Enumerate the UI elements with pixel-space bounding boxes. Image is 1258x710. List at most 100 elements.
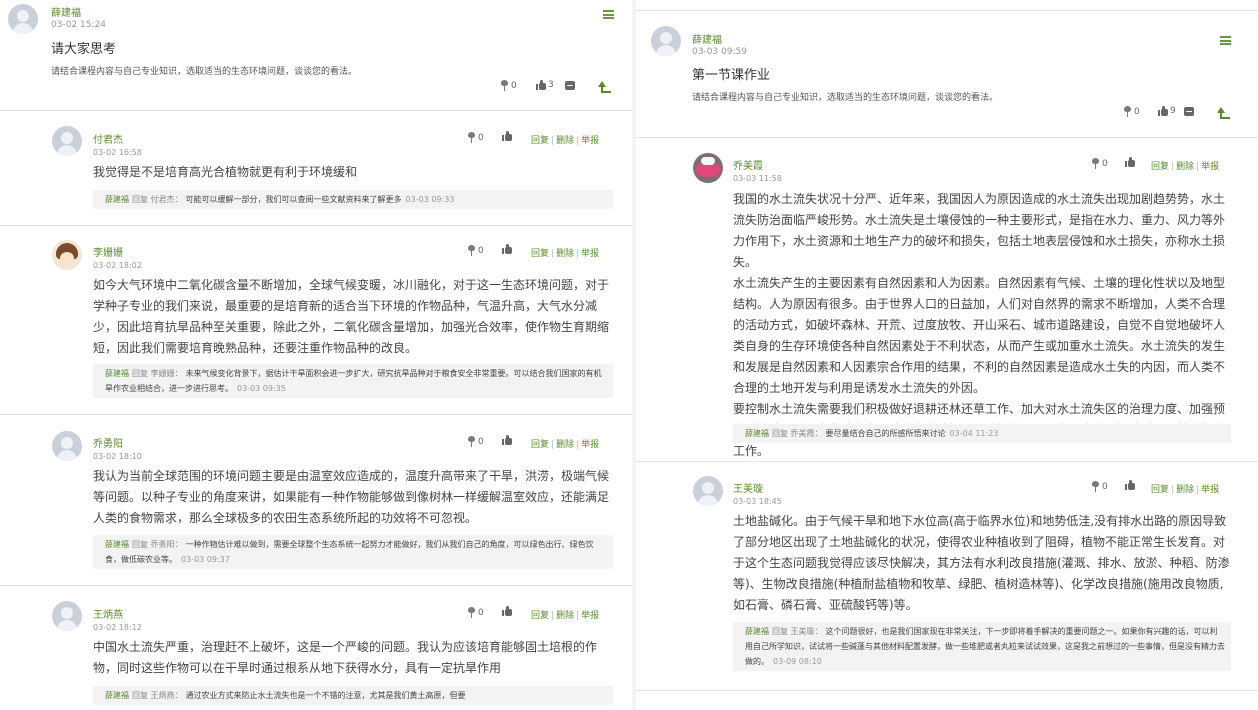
comment-body: 中国水土流失严重，治理赶不上破坏，这是一个严峻的问题。我认为应该培育能够固土培根… bbox=[93, 640, 598, 675]
divider bbox=[636, 10, 1258, 11]
comment-author[interactable]: 王炳燕 bbox=[93, 606, 123, 621]
like-button[interactable] bbox=[502, 435, 512, 445]
comment-author[interactable]: 李姗姗 bbox=[93, 244, 123, 259]
tree-button[interactable] bbox=[598, 81, 611, 93]
report-link[interactable]: 举报 bbox=[581, 440, 599, 450]
post-title: 第一节课作业 bbox=[692, 68, 771, 83]
delete-link[interactable]: 删除 bbox=[556, 249, 574, 259]
report-link[interactable]: 举报 bbox=[581, 611, 599, 621]
delete-link[interactable]: 删除 bbox=[556, 611, 574, 621]
thumbs-up-icon bbox=[502, 244, 512, 254]
comment-paragraph: 水土流失产生的主要因素有自然因素和人为因素。自然因素有气候、土壤的理化性状以及地… bbox=[733, 276, 1226, 395]
comment-author[interactable]: 乔美霞 bbox=[733, 157, 763, 172]
report-link[interactable]: 举报 bbox=[1201, 485, 1219, 495]
like-button[interactable]: 3 bbox=[536, 80, 554, 90]
comment-time: 03-02 18:10 bbox=[93, 452, 142, 461]
comment-actions: 回复 | 删除 | 举报 bbox=[531, 249, 600, 259]
teacher-reply: 薛建福 回复 乔美霞： 要尽量结合自己的所感所悟来讨论 03-04 11:23 bbox=[733, 424, 1231, 443]
comment-author[interactable]: 付君杰 bbox=[93, 131, 123, 146]
divider bbox=[636, 461, 1258, 462]
tree-button[interactable] bbox=[1217, 107, 1230, 119]
flower-button[interactable]: 0 bbox=[1091, 481, 1108, 492]
comment-paragraph: 我国的水土流失状况十分严、近年来，我国因人为原因造成的水土流失出现加剧趋势势，水… bbox=[733, 192, 1226, 269]
report-link[interactable]: 举报 bbox=[581, 249, 599, 259]
tree-icon bbox=[1217, 107, 1230, 119]
comment-time: 03-03 11:58 bbox=[733, 174, 782, 183]
flower-button[interactable]: 0 bbox=[467, 607, 484, 618]
reply-link[interactable]: 回复 bbox=[1151, 485, 1169, 495]
flower-icon bbox=[500, 80, 509, 91]
thumbs-up-icon bbox=[502, 435, 512, 445]
divider bbox=[636, 137, 1258, 138]
report-link[interactable]: 举报 bbox=[1201, 162, 1219, 172]
comment-body: 如今大气环境中二氧化碳含量不断增加，全球气候变暖，冰川融化，对于这一生态环境问题… bbox=[93, 278, 610, 355]
comment-icon bbox=[1184, 107, 1194, 116]
post-author[interactable]: 薛建福 bbox=[51, 4, 81, 19]
divider bbox=[0, 110, 632, 111]
comment-time: 03-02 18:12 bbox=[93, 623, 142, 632]
like-button[interactable] bbox=[502, 131, 512, 141]
comment-body: 我国的水土流失状况十分严、近年来，我国因人为原因造成的水土流失出现加剧趋势势，水… bbox=[733, 189, 1231, 462]
avatar[interactable] bbox=[52, 601, 82, 631]
menu-icon[interactable] bbox=[1220, 36, 1231, 45]
flower-button[interactable]: 0 bbox=[1123, 106, 1140, 117]
delete-link[interactable]: 删除 bbox=[1176, 162, 1194, 172]
flower-button[interactable]: 0 bbox=[500, 80, 517, 91]
post-description: 请结合课程内容与自己专业知识，选取适当的生态环境问题，谈谈您的看法。 bbox=[692, 93, 999, 103]
flower-icon bbox=[467, 132, 476, 143]
tree-icon bbox=[598, 81, 611, 93]
flower-icon bbox=[467, 436, 476, 447]
delete-link[interactable]: 删除 bbox=[556, 440, 574, 450]
like-button[interactable] bbox=[502, 244, 512, 254]
reply-link[interactable]: 回复 bbox=[531, 611, 549, 621]
teacher-reply: 薛建福 回复 王炳燕： 通过农业方式来防止水土流失也是一个不错的注意，尤其是我们黄土… bbox=[93, 686, 613, 705]
delete-link[interactable]: 删除 bbox=[1176, 485, 1194, 495]
like-button[interactable] bbox=[1125, 480, 1135, 490]
divider bbox=[0, 225, 632, 226]
reply-link[interactable]: 回复 bbox=[1151, 162, 1169, 172]
comment-time: 03-03 18:45 bbox=[733, 497, 782, 506]
reply-link[interactable]: 回复 bbox=[531, 249, 549, 259]
flower-icon bbox=[467, 245, 476, 256]
flower-button[interactable]: 0 bbox=[467, 436, 484, 447]
comment-author[interactable]: 乔勇阳 bbox=[93, 435, 123, 450]
menu-icon[interactable] bbox=[603, 10, 614, 19]
avatar[interactable] bbox=[52, 240, 82, 270]
post-author[interactable]: 薛建福 bbox=[692, 31, 722, 46]
avatar[interactable] bbox=[52, 431, 82, 461]
thumbs-up-icon bbox=[502, 131, 512, 141]
thumbs-up-icon bbox=[1158, 106, 1168, 116]
post-time: 03-02 15:24 bbox=[51, 20, 106, 30]
post-description: 请结合课程内容与自己专业知识，选取适当的生态环境问题，谈谈您的看法。 bbox=[51, 67, 358, 77]
like-button[interactable] bbox=[502, 606, 512, 616]
comment-body: 我认为当前全球范围的环境问题主要是由温室效应造成的，温度升高带来了干旱，洪涝，极… bbox=[93, 469, 610, 525]
flower-button[interactable]: 0 bbox=[1091, 158, 1108, 169]
avatar[interactable] bbox=[52, 126, 82, 156]
teacher-reply: 薛建福 回复 王美璇： 这个问题很好，也是我们国家现在非常关注，下一步即将着手解决的… bbox=[733, 622, 1231, 671]
comment-button[interactable] bbox=[1184, 107, 1194, 116]
avatar[interactable] bbox=[651, 26, 681, 56]
comment-actions: 回复 | 删除 | 举报 bbox=[1151, 485, 1220, 495]
avatar[interactable] bbox=[8, 4, 38, 34]
thumbs-up-icon bbox=[536, 80, 546, 90]
report-link[interactable]: 举报 bbox=[581, 136, 599, 146]
reply-link[interactable]: 回复 bbox=[531, 440, 549, 450]
avatar[interactable] bbox=[693, 153, 723, 183]
comment-actions: 回复 | 删除 | 举报 bbox=[1151, 162, 1220, 172]
reply-link[interactable]: 回复 bbox=[531, 136, 549, 146]
flower-button[interactable]: 0 bbox=[467, 132, 484, 143]
flower-button[interactable]: 0 bbox=[467, 245, 484, 256]
flower-icon bbox=[1123, 106, 1132, 117]
comment-body: 土地盐碱化。由于气候干旱和地下水位高(高于临界水位)和地势低洼,没有排水出路的原… bbox=[733, 514, 1230, 612]
comment-actions: 回复 | 删除 | 举报 bbox=[531, 611, 600, 621]
teacher-reply: 薛建福 回复 乔勇阳： 一种作物估计难以做到，需要全球整个生态系统一起努力才能做好，… bbox=[93, 535, 613, 569]
divider bbox=[0, 585, 632, 586]
comment-author[interactable]: 王美璇 bbox=[733, 480, 763, 495]
avatar[interactable] bbox=[693, 476, 723, 506]
thumbs-up-icon bbox=[502, 606, 512, 616]
delete-link[interactable]: 删除 bbox=[556, 136, 574, 146]
like-button[interactable]: 9 bbox=[1158, 106, 1176, 116]
like-button[interactable] bbox=[1125, 157, 1135, 167]
comment-button[interactable] bbox=[565, 81, 575, 90]
comment-body: 我觉得是不是培育高光合植物就更有利于环境缓和 bbox=[93, 165, 358, 179]
